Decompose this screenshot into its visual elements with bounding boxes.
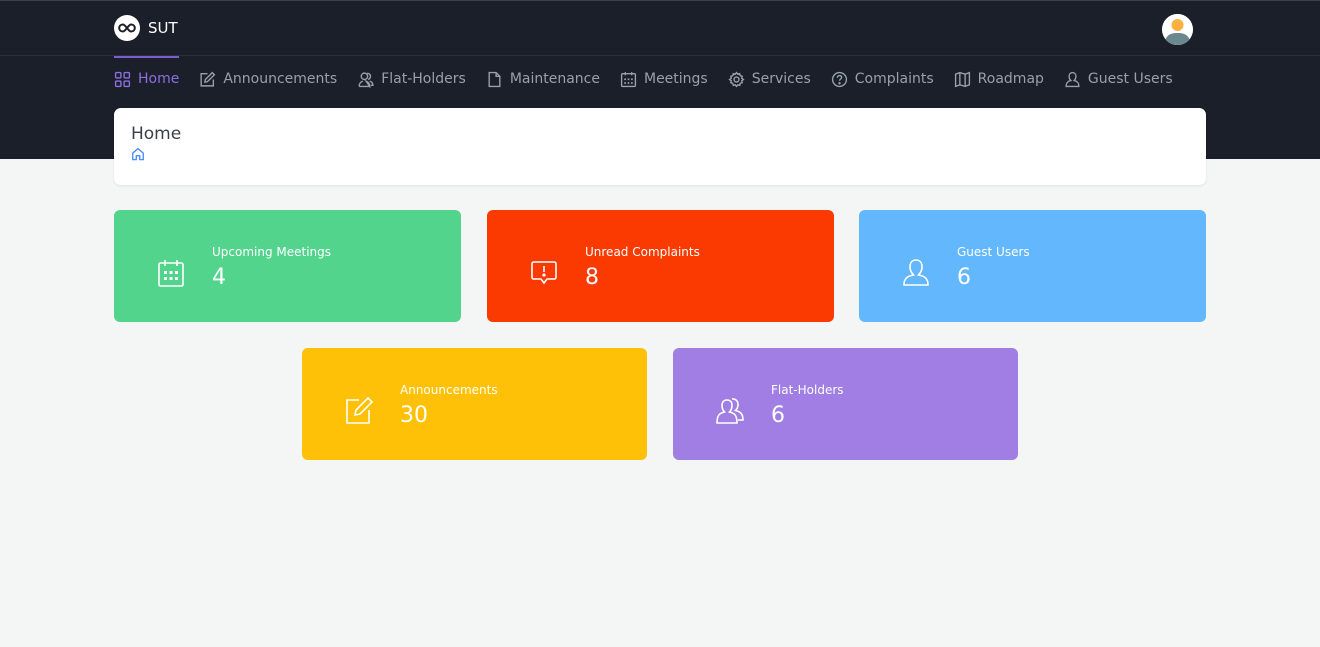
stat-value: 6 xyxy=(771,403,785,428)
file-icon xyxy=(488,71,501,87)
home-icon[interactable] xyxy=(131,147,145,161)
nav-label: Guest Users xyxy=(1087,71,1173,87)
nav-item-roadmap[interactable]: Roadmap xyxy=(954,57,1044,101)
nav-label: Roadmap xyxy=(977,71,1044,87)
help-circle-icon xyxy=(831,71,847,87)
nav-item-maintenance[interactable]: Maintenance xyxy=(486,57,600,101)
stat-card-unread-complaints[interactable]: Unread Complaints 8 xyxy=(487,210,834,322)
main-nav: Home Announcements Flat-Holders Maintena… xyxy=(114,56,1193,101)
stat-card-announcements[interactable]: Announcements 30 xyxy=(302,348,647,460)
grid-icon xyxy=(114,71,131,87)
edit-icon xyxy=(200,71,216,87)
users-icon xyxy=(716,398,744,424)
calendar-icon xyxy=(158,260,184,287)
user-icon xyxy=(1065,71,1080,87)
map-icon xyxy=(954,71,970,87)
edit-icon xyxy=(346,396,374,424)
nav-item-home[interactable]: Home xyxy=(114,56,180,101)
stat-value: 8 xyxy=(585,265,599,290)
user-avatar[interactable] xyxy=(1162,14,1193,45)
stat-value: 30 xyxy=(400,403,428,428)
nav-item-flat-holders[interactable]: Flat-Holders xyxy=(357,57,466,101)
stat-value: 4 xyxy=(212,265,226,290)
stat-card-upcoming-meetings[interactable]: Upcoming Meetings 4 xyxy=(114,210,461,322)
page-header-card: Home xyxy=(114,108,1206,185)
nav-label: Services xyxy=(751,71,811,87)
stat-label: Guest Users xyxy=(957,245,1030,259)
user-icon xyxy=(903,259,929,286)
stat-label: Announcements xyxy=(400,383,498,397)
nav-item-complaints[interactable]: Complaints xyxy=(831,57,934,101)
users-icon xyxy=(358,71,374,88)
nav-item-services[interactable]: Services xyxy=(728,57,811,101)
nav-label: Maintenance xyxy=(509,71,600,87)
nav-label: Meetings xyxy=(643,71,708,87)
top-bar: SUT xyxy=(0,1,1320,56)
nav-label: Complaints xyxy=(854,71,934,87)
nav-label: Flat-Holders xyxy=(381,71,466,87)
stat-label: Unread Complaints xyxy=(585,245,700,259)
page-title: Home xyxy=(131,124,182,144)
infinity-logo-icon xyxy=(114,15,140,41)
calendar-icon xyxy=(620,71,637,87)
brand-link[interactable]: SUT xyxy=(114,15,178,41)
nav-label: Announcements xyxy=(223,71,338,87)
nav-label: Home xyxy=(138,71,180,87)
gear-icon xyxy=(728,70,745,88)
nav-item-announcements[interactable]: Announcements xyxy=(199,57,337,101)
stat-label: Flat-Holders xyxy=(771,383,844,397)
stat-label: Upcoming Meetings xyxy=(212,245,332,259)
brand-name: SUT xyxy=(148,19,178,37)
stat-value: 6 xyxy=(957,265,971,290)
stat-card-guest-users[interactable]: Guest Users 6 xyxy=(859,210,1206,322)
stat-card-flat-holders[interactable]: Flat-Holders 6 xyxy=(673,348,1018,460)
nav-item-guest-users[interactable]: Guest Users xyxy=(1064,57,1173,101)
nav-item-meetings[interactable]: Meetings xyxy=(620,57,708,101)
alert-message-icon xyxy=(531,261,557,285)
